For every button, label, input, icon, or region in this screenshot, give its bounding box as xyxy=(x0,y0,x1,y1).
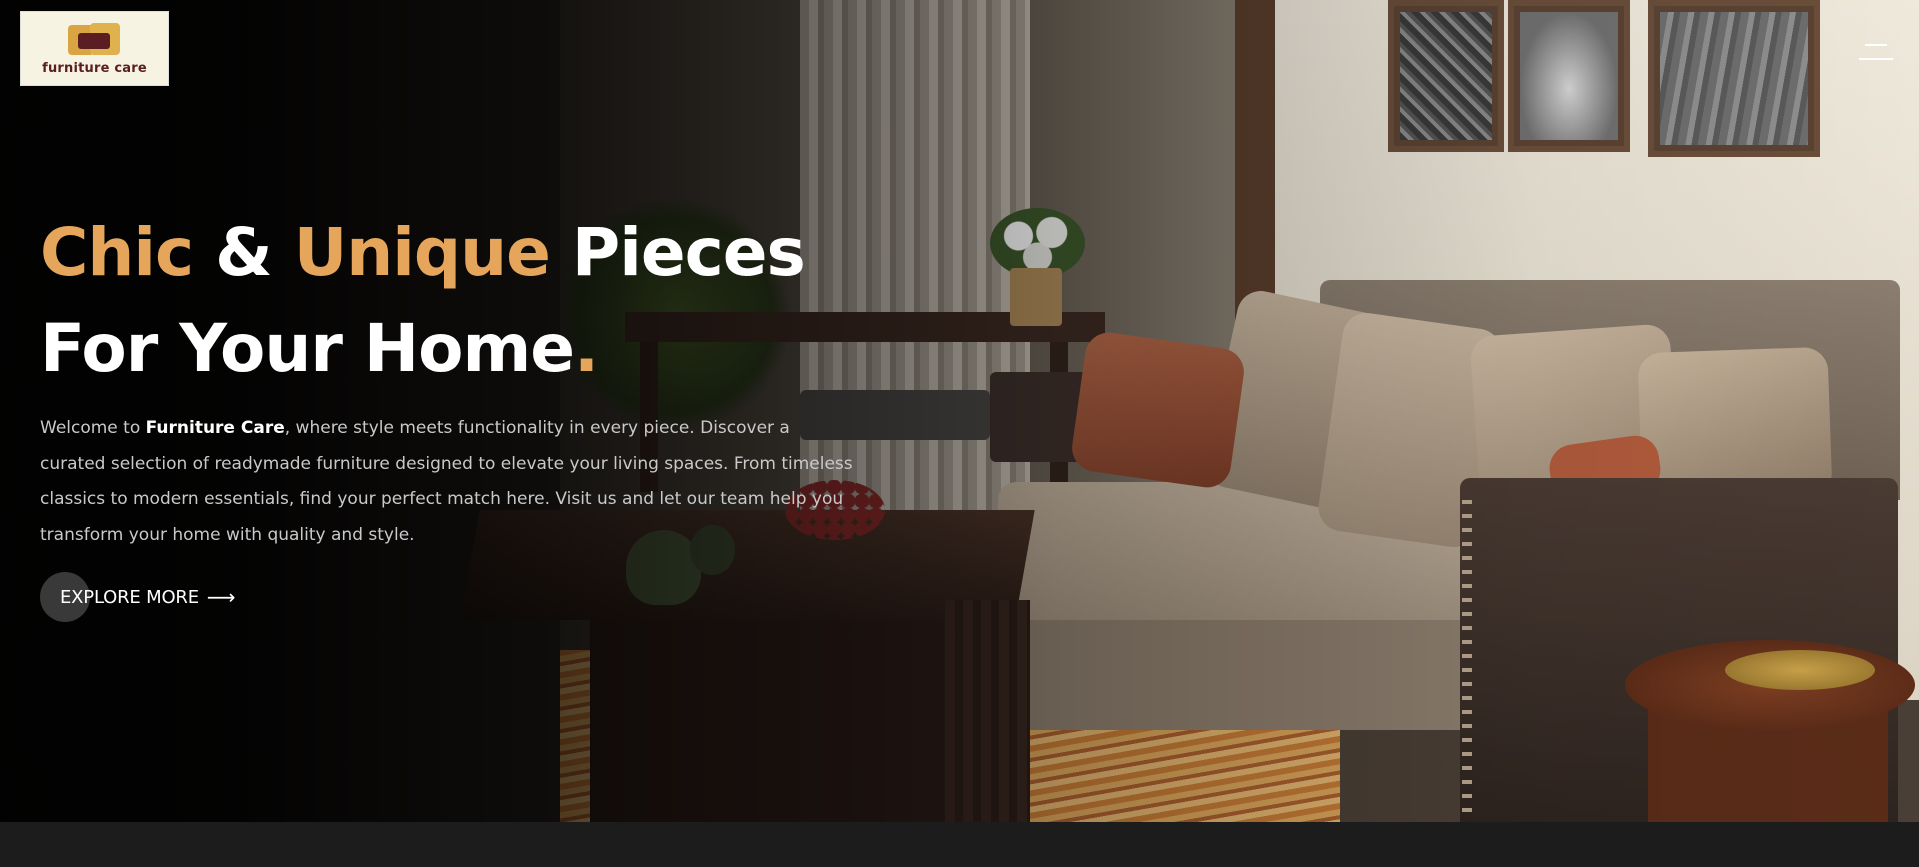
headline-ampersand: & xyxy=(215,214,273,291)
headline-dot: . xyxy=(573,310,599,387)
cta-label: EXPLORE MORE xyxy=(60,586,199,608)
next-section-band xyxy=(0,822,1919,867)
logo-text: furniture care xyxy=(42,61,147,76)
headline-word-pieces: Pieces xyxy=(571,214,806,291)
brand-logo[interactable]: furniture care xyxy=(20,11,169,86)
hero-headline: Chic & Unique Pieces For Your Home. xyxy=(40,205,940,397)
headline-line-2: For Your Home xyxy=(40,310,575,387)
sofa-logo-icon xyxy=(60,21,130,59)
hero-description: Welcome to Furniture Care, where style m… xyxy=(40,411,860,553)
description-brand: Furniture Care xyxy=(145,418,285,438)
arrow-right-icon: ⟶ xyxy=(206,585,236,609)
hero-section: furniture care Chic & Unique Pieces For … xyxy=(0,0,1919,822)
headline-word-unique: Unique xyxy=(293,214,551,291)
explore-more-button[interactable]: EXPLORE MORE ⟶ xyxy=(40,572,236,622)
hamburger-menu-icon[interactable] xyxy=(1855,40,1895,64)
headline-word-chic: Chic xyxy=(40,214,194,291)
description-intro: Welcome to xyxy=(40,418,141,438)
